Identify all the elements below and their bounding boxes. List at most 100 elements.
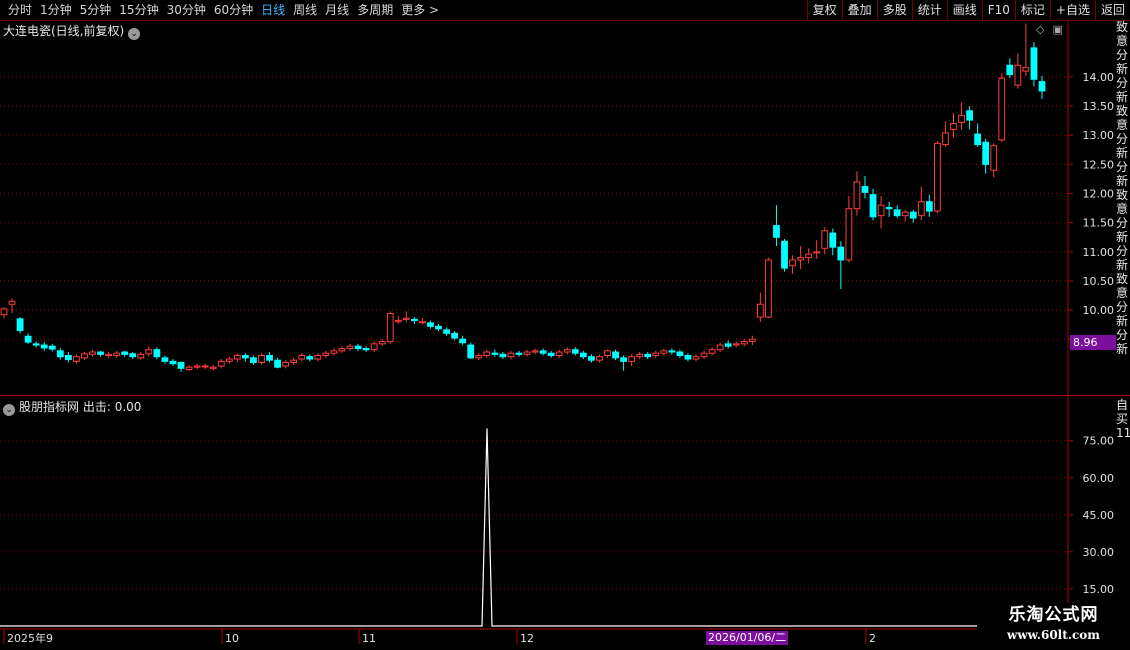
candle-body	[547, 352, 555, 357]
y-tick-label: 10.50	[1083, 275, 1115, 288]
candle-body	[837, 246, 845, 261]
candle-body	[507, 352, 515, 358]
candle-body	[1014, 64, 1022, 86]
last-price-badge: 8.96	[1070, 335, 1116, 350]
candle-body	[241, 355, 249, 359]
y-tick-label: 12.00	[1083, 188, 1115, 201]
candle-body	[32, 343, 40, 346]
candle-body	[797, 257, 805, 261]
candle-body	[515, 352, 523, 355]
y-tick-label: 11.00	[1083, 246, 1115, 259]
candle-body	[354, 345, 362, 350]
candle-body	[628, 356, 636, 362]
x-axis: 2025年9 10 11 12 2	[0, 628, 1130, 645]
candle-body	[16, 318, 24, 331]
candle-body	[193, 365, 201, 368]
candle-body	[950, 123, 957, 130]
candle-body	[177, 362, 185, 369]
cursor-date: 2026/01/06/二	[706, 631, 789, 645]
y-tick-label: 14.00	[1083, 71, 1115, 84]
candle-body	[64, 355, 72, 361]
candle-body	[258, 355, 265, 364]
candle-body	[217, 360, 225, 367]
candle-body	[435, 325, 442, 330]
candle-body	[901, 211, 909, 217]
candle-body	[233, 355, 241, 360]
candle-body	[145, 349, 153, 355]
candle-body	[917, 201, 925, 217]
candle-body	[853, 181, 861, 210]
right-panel-text: 致意分新分新致意分新分新致意分新分新致意分新分新	[1116, 20, 1129, 356]
candle-body	[982, 141, 990, 165]
candle-body	[298, 355, 306, 360]
y-tick-label: 13.00	[1083, 129, 1115, 142]
candle-body	[48, 345, 56, 350]
y-tick-label: 10.00	[1083, 304, 1115, 317]
candle-body	[789, 259, 796, 267]
candle-body	[459, 338, 467, 344]
candle-body	[531, 350, 539, 353]
candle-body	[250, 357, 257, 364]
candle-body	[563, 349, 571, 353]
candle-body	[1022, 67, 1030, 72]
candle-body	[974, 133, 982, 146]
candle-body	[998, 77, 1006, 141]
candle-body	[129, 353, 137, 358]
candle-body	[756, 303, 764, 318]
candle-body	[113, 352, 121, 357]
x-tick-label: 11	[362, 632, 376, 645]
candle-body	[443, 329, 450, 334]
candle-body	[708, 349, 716, 354]
watermark: 乐淘公式网 www.60lt.com	[977, 603, 1130, 650]
candle-body	[958, 114, 965, 123]
candle-body	[587, 356, 595, 361]
candle-body	[378, 341, 386, 345]
candle-body	[410, 318, 418, 322]
candle-body	[499, 353, 507, 358]
candle-body	[467, 344, 475, 359]
right-panel-text-lower: 自买1111111	[1116, 398, 1130, 440]
candle-body	[185, 366, 193, 371]
candle-body	[523, 351, 531, 355]
candle-body	[579, 352, 587, 358]
candle-body	[330, 350, 338, 354]
indicator-title: ⌄ 股朋指标网 出击: 0.00	[3, 398, 141, 416]
indicator-chart[interactable]: 15.00 30.00 45.00 60.00 75.00	[0, 396, 1130, 628]
candle-body	[925, 201, 933, 212]
candle-body	[137, 353, 145, 359]
candle-body	[169, 360, 177, 365]
y-tick-label: 11.50	[1083, 217, 1115, 230]
y-tick-label: 12.50	[1083, 158, 1115, 171]
candle-body	[402, 317, 410, 320]
candle-body	[290, 359, 298, 364]
candle-body	[869, 194, 877, 218]
candle-body	[8, 300, 16, 305]
candle-body	[740, 341, 748, 345]
indicator-output: 出击: 0.00	[82, 400, 142, 414]
x-tick-label: 2	[869, 632, 876, 645]
chevron-down-icon[interactable]: ⌄	[3, 404, 15, 416]
candle-body	[644, 353, 652, 358]
candle-body	[700, 352, 708, 358]
candle-body	[346, 345, 354, 350]
candle-body	[877, 204, 885, 217]
candle-body	[266, 355, 273, 361]
candle-body	[684, 355, 692, 360]
candle-body	[676, 351, 684, 357]
candlestick-chart[interactable]: 9.5010.0010.5011.0011.5012.0012.5013.001…	[0, 0, 1130, 396]
candle-body	[829, 232, 837, 248]
candle-body	[81, 353, 88, 359]
candle-body	[209, 366, 217, 369]
candle-body	[933, 142, 941, 212]
y-tick-label: 13.50	[1083, 100, 1115, 113]
candle-body	[322, 352, 330, 357]
y-tick-label: 45.00	[1083, 509, 1115, 522]
candle-body	[73, 356, 80, 362]
candle-body	[893, 209, 901, 217]
candle-body	[990, 145, 998, 171]
candle-body	[660, 350, 668, 354]
candle-body	[40, 344, 48, 349]
candle-body	[306, 356, 314, 360]
candle-body	[845, 208, 853, 261]
candle-body	[386, 313, 394, 343]
